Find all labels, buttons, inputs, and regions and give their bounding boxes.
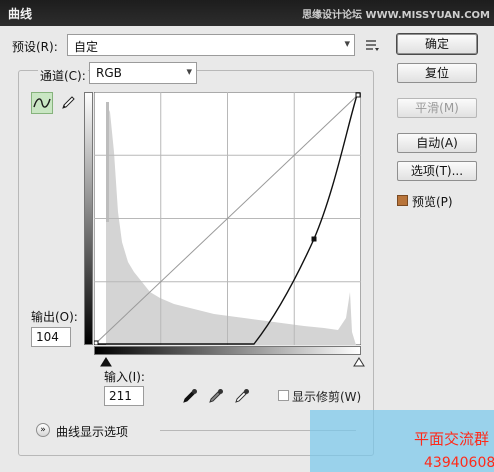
- input-value: 211: [109, 389, 132, 403]
- preview-checkbox[interactable]: [397, 195, 408, 206]
- white-input-slider[interactable]: [353, 357, 365, 367]
- pencil-tool[interactable]: [57, 92, 79, 114]
- output-value: 104: [36, 330, 59, 344]
- histogram-spike: [106, 102, 109, 222]
- channel-select[interactable]: RGB ▾: [89, 62, 197, 84]
- curve-point-tool-icon: [33, 98, 51, 108]
- watermark-text: 思缘设计论坛 WWW.MISSYUAN.COM: [302, 10, 490, 21]
- channel-label: 通道(C):: [38, 67, 88, 84]
- curve-display-options-label[interactable]: 曲线显示选项: [56, 423, 128, 440]
- input-gradient-bar: [94, 346, 361, 355]
- input-field[interactable]: 211: [104, 386, 144, 406]
- preset-select[interactable]: 自定 ▾: [67, 34, 355, 56]
- chevron-down-icon: ▾: [344, 37, 350, 50]
- black-input-slider[interactable]: [100, 357, 112, 367]
- preset-value: 自定: [74, 40, 99, 54]
- black-point-eyedropper-icon[interactable]: [182, 388, 198, 404]
- window-title: 曲线: [8, 7, 33, 21]
- control-point-selected[interactable]: [311, 236, 317, 242]
- pencil-tool-icon: [62, 96, 75, 109]
- show-clipping-label: 显示修剪(W): [292, 390, 362, 404]
- smooth-button[interactable]: 平滑(M): [397, 98, 477, 118]
- curve-point-tool[interactable]: [31, 92, 53, 114]
- output-gradient-bar: [84, 92, 93, 345]
- white-point-eyedropper-icon[interactable]: [234, 388, 250, 404]
- preset-options-icon[interactable]: [364, 37, 380, 53]
- curves-graph[interactable]: [94, 92, 361, 345]
- preview-label: 预览(P): [412, 195, 453, 209]
- show-clipping-checkbox[interactable]: [278, 390, 289, 401]
- channel-value: RGB: [96, 66, 122, 80]
- control-point-white[interactable]: [355, 92, 361, 98]
- output-field[interactable]: 104: [31, 327, 71, 347]
- reset-button[interactable]: 复位: [397, 63, 477, 83]
- control-point-black[interactable]: [94, 340, 99, 345]
- expand-chevron-icon[interactable]: »: [36, 423, 50, 437]
- promo-line-2: 43940608: [424, 455, 494, 471]
- chevron-down-icon: ▾: [186, 65, 192, 78]
- ok-button[interactable]: 确定: [396, 33, 478, 55]
- options-button[interactable]: 选项(T)...: [397, 161, 477, 181]
- title-bar: 曲线 思缘设计论坛 WWW.MISSYUAN.COM: [0, 0, 494, 26]
- auto-button[interactable]: 自动(A): [397, 133, 477, 153]
- promo-line-1: 平面交流群: [414, 430, 490, 448]
- preset-label: 预设(R):: [12, 40, 58, 54]
- gray-point-eyedropper-icon[interactable]: [208, 388, 224, 404]
- output-label: 输出(O):: [31, 310, 78, 324]
- input-label: 输入(I):: [104, 370, 145, 384]
- promo-overlay: 平面交流群 43940608: [310, 410, 494, 472]
